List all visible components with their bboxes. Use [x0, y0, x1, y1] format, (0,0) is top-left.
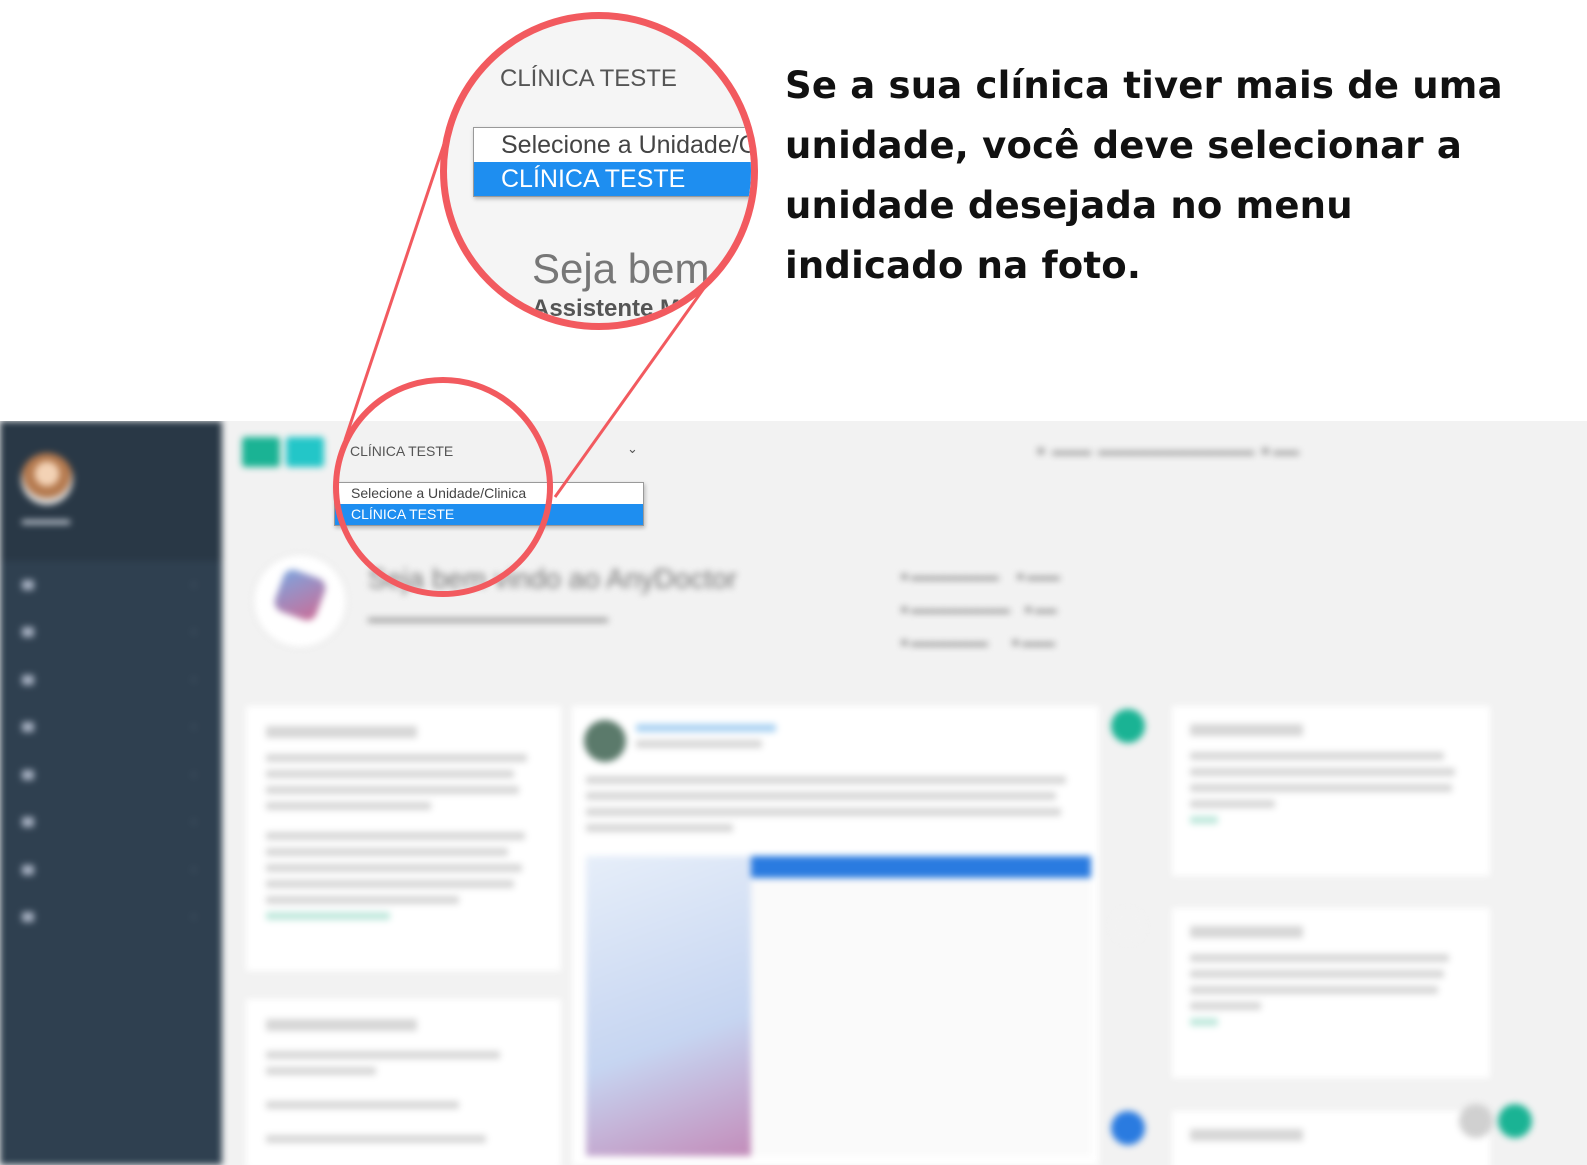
- users-icon: [22, 674, 34, 685]
- about-card: [246, 706, 561, 971]
- post-avatar: [584, 720, 626, 762]
- scroll-top-button[interactable]: [1459, 1104, 1493, 1138]
- sidebar-item-3[interactable]: ‹: [0, 656, 222, 704]
- chevron-left-icon: ‹: [192, 578, 196, 591]
- about-card-text-blurred: [266, 726, 541, 920]
- chevron-left-icon: ‹: [192, 768, 196, 781]
- sidebar: ▬▬▬▬ ‹ ‹ ‹ ‹ ‹ ‹ ‹ ‹: [0, 421, 222, 1165]
- documentos-card: [1172, 1111, 1490, 1165]
- profile-name-blurred: ▬▬▬▬: [22, 513, 70, 527]
- instruction-line-2: unidade, você deve selecionar a: [785, 124, 1462, 167]
- instruction-text: Se a sua clínica tiver mais de uma unida…: [785, 56, 1545, 296]
- campanhas-card: [1172, 908, 1490, 1078]
- instruction-line-3: unidade desejada no menu: [785, 184, 1353, 227]
- magnified-unit-label: CLÍNICA TESTE: [500, 65, 677, 92]
- chevron-left-icon: ‹: [192, 816, 196, 829]
- chevron-left-icon: ‹: [192, 911, 196, 924]
- sidebar-nav: ‹ ‹ ‹ ‹ ‹ ‹ ‹ ‹: [0, 561, 222, 941]
- post-text-blurred: [586, 776, 1076, 840]
- anydoctor-logo: [254, 555, 346, 647]
- sidebar-item-8[interactable]: ‹: [0, 894, 222, 942]
- highlight-ring: [333, 377, 553, 597]
- menu-toggle-button[interactable]: [242, 437, 280, 467]
- avatar[interactable]: [21, 453, 73, 505]
- document-icon: [1111, 1111, 1145, 1145]
- stats-blurred: ■ ▬▬▬▬▬▬▬▬ ■ ▬▬▬ ■ ▬▬▬▬▬▬▬▬▬ ■ ▬▬ ■ ▬▬▬▬…: [901, 571, 1060, 649]
- building-icon: [22, 912, 34, 923]
- sidebar-item-2[interactable]: ‹: [0, 609, 222, 657]
- sidebar-item-4[interactable]: ‹: [0, 704, 222, 752]
- video-icon: [1111, 709, 1145, 743]
- chevron-left-icon: ‹: [192, 721, 196, 734]
- sidebar-item-1[interactable]: ‹: [0, 561, 222, 609]
- teleconsulta-card-blurred: [1190, 724, 1472, 824]
- megaphone-icon: [22, 864, 34, 875]
- magnified-dropdown: Selecione a Unidade/C CLÍNICA TESTE: [473, 127, 757, 197]
- documentos-card-blurred: [1190, 1129, 1472, 1141]
- quick-action-button[interactable]: [286, 437, 324, 467]
- magnified-option-clinica-teste: CLÍNICA TESTE: [474, 162, 751, 196]
- latest-documents-card: [246, 999, 561, 1165]
- instruction-line-1: Se a sua clínica tiver mais de uma: [785, 64, 1503, 107]
- magnified-option-placeholder: Selecione a Unidade/C: [501, 131, 757, 159]
- document-icon: [22, 769, 34, 780]
- id-card-icon: [22, 722, 34, 733]
- feed-post-card: [572, 706, 1099, 1165]
- megaphone-icon: [1111, 909, 1145, 943]
- chevron-down-icon[interactable]: ⌄: [627, 441, 638, 457]
- post-author-blurred: [636, 724, 776, 756]
- chat-button[interactable]: [1498, 1104, 1532, 1138]
- magnified-welcome: Seja bem vi: [532, 245, 752, 292]
- teleconsulta-card: [1172, 706, 1490, 876]
- filter-icon: [22, 817, 34, 828]
- home-icon: [22, 579, 34, 590]
- campanhas-card-blurred: [1190, 926, 1472, 1026]
- instruction-line-4: indicado na foto.: [785, 244, 1142, 287]
- app-preview-image: [586, 856, 1091, 1156]
- latest-documents-blurred: [266, 1019, 541, 1143]
- sidebar-profile: ▬▬▬▬: [0, 421, 222, 561]
- app-screenshot: ▬▬▬▬ ‹ ‹ ‹ ‹ ‹ ‹ ‹ ‹ ■ ▬▬▬ ▬▬▬▬▬▬▬▬▬▬▬▬ …: [0, 421, 1587, 1165]
- chevron-left-icon: ‹: [192, 626, 196, 639]
- sidebar-item-5[interactable]: ‹: [0, 751, 222, 799]
- welcome-subtitle-blurred: ▬▬▬▬▬▬▬▬▬▬▬▬▬▬▬▬▬▬▬▬: [368, 611, 608, 625]
- chevron-left-icon: ‹: [192, 673, 196, 686]
- sidebar-item-6[interactable]: ‹: [0, 799, 222, 847]
- magnified-role: Assistente Mé: [532, 295, 694, 322]
- calendar-icon: [22, 627, 34, 638]
- chevron-left-icon: ‹: [192, 863, 196, 876]
- magnifier-lens: CLÍNICA TESTE Selecione a Unidade/C CLÍN…: [440, 12, 758, 330]
- sidebar-item-7[interactable]: ‹: [0, 846, 222, 894]
- topbar-right-blurred: ■ ▬▬▬ ▬▬▬▬▬▬▬▬▬▬▬▬ ■ ▬▬: [1037, 443, 1299, 458]
